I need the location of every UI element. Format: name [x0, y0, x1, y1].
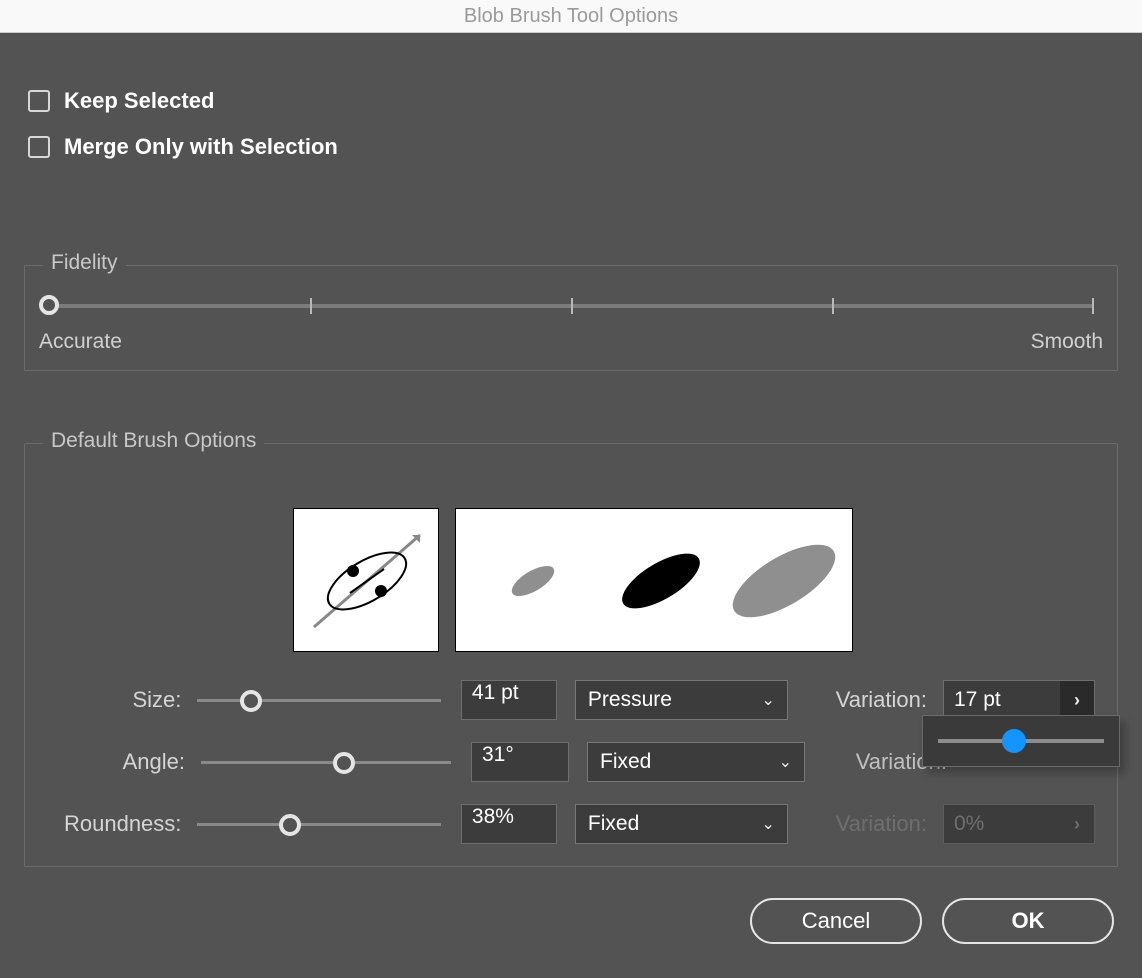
brush-preview-strokes-icon	[456, 509, 854, 653]
size-slider-thumb[interactable]	[240, 690, 262, 712]
roundness-input[interactable]: 38%	[461, 804, 557, 844]
dialog-footer: Cancel OK	[750, 898, 1114, 944]
keep-selected-label: Keep Selected	[64, 88, 214, 114]
chevron-right-icon: ›	[1060, 805, 1094, 843]
window-title: Blob Brush Tool Options	[0, 0, 1142, 33]
fidelity-accurate-label: Accurate	[39, 330, 122, 354]
default-brush-legend: Default Brush Options	[43, 429, 264, 453]
variation-popup-slider[interactable]	[922, 715, 1120, 767]
merge-only-selection-label: Merge Only with Selection	[64, 134, 338, 160]
fidelity-slider-thumb[interactable]	[39, 295, 59, 315]
angle-label: Angle:	[47, 749, 185, 775]
brush-shape-editor[interactable]	[293, 508, 439, 652]
roundness-slider-thumb[interactable]	[279, 814, 301, 836]
keep-selected-row[interactable]: Keep Selected	[28, 88, 1118, 114]
cancel-button[interactable]: Cancel	[750, 898, 922, 944]
fidelity-group: Fidelity Accurate Smooth	[24, 265, 1118, 371]
roundness-variation-label: Variation:	[818, 811, 927, 837]
fidelity-smooth-label: Smooth	[1031, 330, 1103, 354]
chevron-down-icon: ⌄	[762, 690, 775, 710]
roundness-label: Roundness:	[47, 811, 181, 837]
size-control-dropdown[interactable]: Pressure ⌄	[575, 680, 788, 720]
roundness-variation-field: 0% ›	[943, 804, 1095, 844]
dialog-panel: Keep Selected Merge Only with Selection …	[0, 33, 1142, 978]
angle-control-dropdown[interactable]: Fixed ⌄	[587, 742, 805, 782]
chevron-right-icon[interactable]: ›	[1060, 681, 1094, 719]
roundness-row: Roundness: 38% Fixed ⌄ Variation: 0% ›	[47, 804, 1095, 844]
size-label: Size:	[47, 687, 181, 713]
brush-shape-ellipse-icon	[294, 509, 440, 653]
merge-only-selection-checkbox[interactable]	[28, 136, 50, 158]
size-input[interactable]: 41 pt	[461, 680, 557, 720]
keep-selected-checkbox[interactable]	[28, 90, 50, 112]
fidelity-legend: Fidelity	[43, 251, 126, 275]
size-row: Size: 41 pt Pressure ⌄ Variation: 17 pt …	[47, 680, 1095, 720]
angle-input[interactable]: 31°	[471, 742, 569, 782]
variation-popup-thumb[interactable]	[1002, 729, 1026, 753]
merge-only-selection-row[interactable]: Merge Only with Selection	[28, 134, 1118, 160]
size-variation-field[interactable]: 17 pt ›	[943, 680, 1095, 720]
fidelity-slider[interactable]	[49, 304, 1093, 308]
size-slider[interactable]	[197, 680, 441, 720]
brush-stroke-preview	[455, 508, 853, 652]
angle-slider-thumb[interactable]	[333, 752, 355, 774]
chevron-down-icon: ⌄	[762, 814, 775, 834]
default-brush-options-group: Default Brush Options	[24, 443, 1118, 867]
ok-button[interactable]: OK	[942, 898, 1114, 944]
size-variation-label: Variation:	[818, 687, 927, 713]
roundness-control-dropdown[interactable]: Fixed ⌄	[575, 804, 788, 844]
angle-slider[interactable]	[201, 742, 451, 782]
chevron-down-icon: ⌄	[779, 752, 792, 772]
roundness-slider[interactable]	[197, 804, 441, 844]
